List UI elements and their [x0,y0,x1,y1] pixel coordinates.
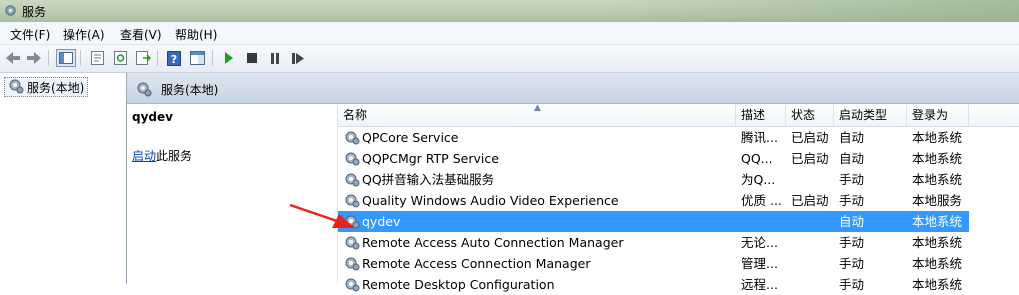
service-startup-type-cell: 手动 [839,277,865,292]
column-header-startup-type[interactable]: 启动类型 [834,104,907,126]
column-header-row: ▲ 名称 描述 状态 启动类型 登录为 [338,103,1019,127]
pane-header-title: 服务(本地) [161,83,219,97]
service-description-cell: 无论... [741,235,778,250]
forward-icon[interactable] [24,49,44,67]
service-status-cell [791,211,833,232]
service-gear-icon [344,276,360,295]
service-row[interactable]: Remote Access Connection Manager 管理... 手动 本… [338,253,968,274]
service-row[interactable]: Quality Windows Audio Video Experience 优质… [338,190,968,211]
help-icon[interactable]: ? [164,49,184,67]
column-header-name[interactable]: 名称 [338,104,736,126]
pane-header: 服务(本地) [127,73,1019,104]
menu-bar: 文件(F) 操作(A) 查看(V) 帮助(H) [0,22,1019,45]
service-logon-cell: 本地系统 [912,214,963,229]
service-name-cell: Remote Access Connection Manager [362,256,591,271]
start-service-icon[interactable] [219,49,239,67]
column-header-status[interactable]: 状态 [786,104,834,126]
services-gear-icon [3,3,18,21]
service-logon-cell: 本地系统 [912,151,963,166]
stop-service-icon[interactable] [242,49,262,67]
service-description-cell: 为Q... [741,172,776,187]
service-description-cell: 优质 ... [741,193,782,208]
show-hide-icon[interactable] [187,49,207,67]
service-status-cell [791,232,833,253]
services-list: ▲ 名称 描述 状态 启动类型 登录为 QPCore Service 腾讯... 已… [337,103,1019,292]
svg-text:?: ? [171,53,177,66]
menu-view[interactable]: 查看(V) [120,26,162,43]
tree-node-services-local[interactable]: 服务(本地) [4,77,89,97]
service-gear-icon [344,213,360,232]
service-name-cell: QQ拼音输入法基础服务 [362,172,495,187]
service-startup-type-cell: 手动 [839,193,865,208]
title-bar: 服务 [0,0,1019,22]
service-description-cell [741,211,785,232]
service-name-cell: qydev [362,214,401,229]
service-logon-cell: 本地系统 [912,172,963,187]
back-icon[interactable] [3,49,23,67]
start-service-action: 启动此服务 [132,147,192,164]
service-gear-icon [344,171,360,190]
service-name-cell: Quality Windows Audio Video Experience [362,193,619,208]
service-description-cell: 远程... [741,277,778,292]
service-name-cell: QQPCMgr RTP Service [362,151,499,166]
pause-service-icon[interactable] [265,49,285,67]
menu-help[interactable]: 帮助(H) [175,26,217,43]
toolbar: ? [0,45,1019,73]
service-logon-cell: 本地系统 [912,235,963,250]
export-list-icon[interactable] [133,49,153,67]
service-row[interactable]: Remote Access Auto Connection Manager 无论.… [338,232,968,253]
service-gear-icon [344,129,360,148]
start-suffix: 此服务 [156,149,193,163]
service-status-cell [791,253,833,274]
column-header-logon[interactable]: 登录为 [907,104,969,126]
service-status-cell: 已启动 [791,193,829,208]
service-status-cell [791,169,833,190]
service-description-panel: qydev 启动此服务 [127,104,335,284]
service-status-cell: 已启动 [791,130,829,145]
service-name-cell: QPCore Service [362,130,459,145]
service-gear-icon [344,192,360,211]
service-row[interactable]: qydev 自动 本地系统 [338,211,969,232]
service-gear-icon [344,234,360,253]
service-logon-cell: 本地系统 [912,130,963,145]
console-tree-icon[interactable] [56,49,76,67]
selected-service-name: qydev [132,110,173,124]
menu-file[interactable]: 文件(F) [10,26,50,43]
tree-node-label: 服务(本地) [27,80,85,95]
service-row[interactable]: Remote Desktop Configuration 远程... 手动 本地系统 [338,274,968,295]
console-tree: 服务(本地) [0,73,127,284]
service-logon-cell: 本地系统 [912,256,963,271]
service-gear-icon [344,255,360,274]
services-gear-icon [136,81,152,100]
service-startup-type-cell: 手动 [839,172,865,187]
service-row[interactable]: QQ拼音输入法基础服务 为Q... 手动 本地系统 [338,169,968,190]
service-startup-type-cell: 自动 [839,151,865,166]
menu-action[interactable]: 操作(A) [63,26,105,43]
service-status-cell: 已启动 [791,151,829,166]
service-startup-type-cell: 手动 [839,256,865,271]
service-startup-type-cell: 自动 [839,130,865,145]
service-row[interactable]: QPCore Service 腾讯... 已启动 自动 本地系统 [338,127,968,148]
services-gear-icon [8,78,24,97]
window-title: 服务 [22,5,47,19]
service-status-cell [791,274,833,295]
properties-icon[interactable] [87,49,107,67]
service-startup-type-cell: 自动 [839,214,865,229]
service-description-cell: 腾讯... [741,130,778,145]
refresh-icon[interactable] [110,49,130,67]
service-description-cell: QQ... [741,151,773,166]
start-link[interactable]: 启动 [132,149,156,163]
service-row[interactable]: QQPCMgr RTP Service QQ... 已启动 自动 本地系统 [338,148,968,169]
service-gear-icon [344,150,360,169]
service-description-cell: 管理... [741,256,778,271]
service-logon-cell: 本地服务 [912,193,963,208]
service-startup-type-cell: 手动 [839,235,865,250]
service-name-cell: Remote Desktop Configuration [362,277,555,292]
restart-service-icon[interactable] [288,49,308,67]
column-header-description[interactable]: 描述 [736,104,786,126]
service-logon-cell: 本地系统 [912,277,963,292]
service-name-cell: Remote Access Auto Connection Manager [362,235,624,250]
